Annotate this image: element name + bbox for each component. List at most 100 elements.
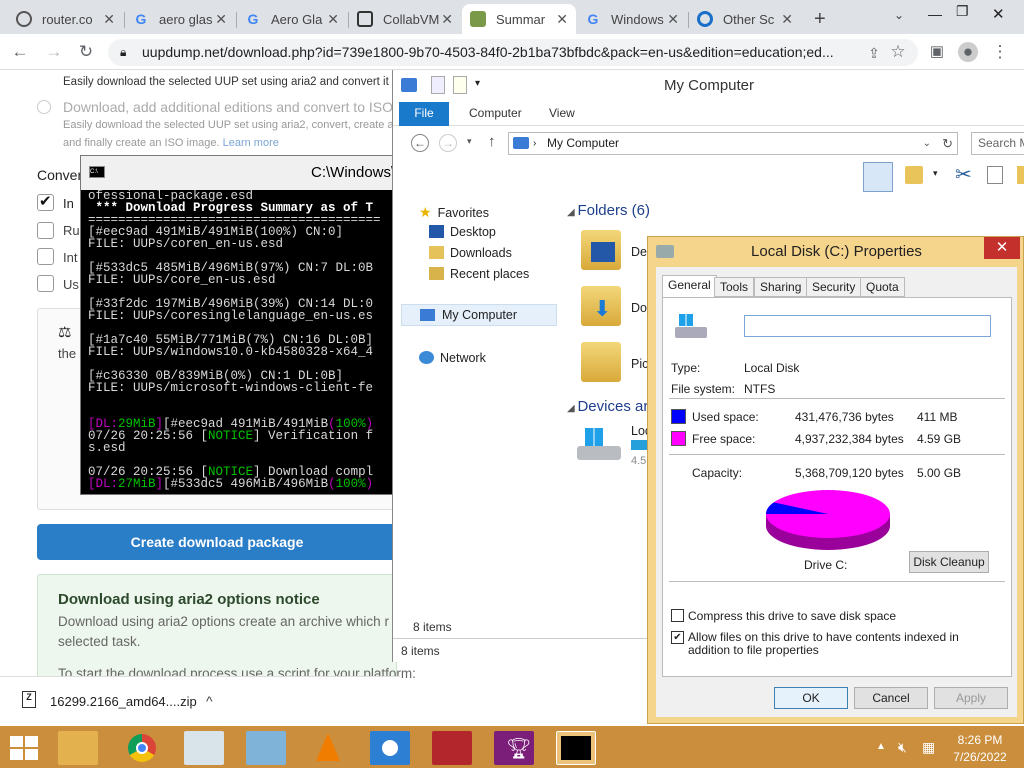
- paste-icon[interactable]: [1017, 166, 1024, 184]
- tab-collabvm[interactable]: CollabVM ✕: [349, 4, 461, 34]
- apply-button[interactable]: Apply: [934, 687, 1008, 709]
- properties-icon[interactable]: [905, 166, 923, 184]
- learn-more-link[interactable]: Learn more: [223, 137, 279, 149]
- disk-cleanup-button[interactable]: Disk Cleanup: [909, 551, 989, 573]
- recent-dropdown-icon[interactable]: ▾: [467, 136, 472, 147]
- address-bar[interactable]: 🔒︎ uupdump.net/download.php?id=739e1800-9…: [108, 39, 918, 66]
- tab-aero-glass[interactable]: Gaero glas ✕: [125, 4, 235, 34]
- copy-icon[interactable]: [987, 166, 1003, 184]
- share-icon[interactable]: ⇪: [864, 43, 884, 63]
- back-nav-icon[interactable]: ←: [411, 134, 429, 152]
- tab-router[interactable]: router.co ✕: [8, 4, 123, 34]
- checkbox-include[interactable]: ✔: [37, 193, 54, 211]
- forward-icon[interactable]: →: [44, 42, 64, 62]
- nav-network[interactable]: Network: [419, 351, 486, 365]
- checkbox-integrate[interactable]: [37, 248, 54, 265]
- create-download-package-button[interactable]: Create download package: [37, 524, 397, 560]
- close-tab-icon[interactable]: ✕: [556, 11, 568, 28]
- bookmark-star-icon[interactable]: ☆: [888, 42, 908, 62]
- minimize-icon[interactable]: —: [928, 6, 942, 22]
- explorer-search-input[interactable]: Search M: [971, 132, 1024, 155]
- close-window-icon[interactable]: ✕: [992, 5, 1005, 23]
- nav-my-computer[interactable]: My Computer: [401, 304, 557, 326]
- checkbox-use[interactable]: [37, 275, 54, 292]
- download-item[interactable]: 16299.2166_amd64....zip: [50, 694, 197, 709]
- tab-aero-glass-2[interactable]: G Aero Gla ✕: [237, 4, 347, 34]
- profile-avatar-icon[interactable]: ●: [958, 42, 978, 62]
- refresh-icon[interactable]: ↻: [942, 133, 953, 154]
- pictures-folder-icon[interactable]: [581, 342, 621, 382]
- drive-name-input[interactable]: [744, 315, 991, 337]
- tab-quota[interactable]: Quota: [860, 277, 905, 297]
- folders-group-header[interactable]: ◢ Folders (6): [567, 202, 650, 219]
- close-tab-icon[interactable]: ✕: [441, 11, 453, 28]
- settings-icon[interactable]: [370, 731, 410, 765]
- cut-icon[interactable]: ✂: [955, 162, 972, 187]
- vlc-icon[interactable]: [308, 731, 348, 765]
- tab-sharing[interactable]: Sharing: [754, 277, 808, 297]
- close-tab-icon[interactable]: ✕: [103, 11, 115, 28]
- network-tray-icon[interactable]: ▦: [922, 739, 935, 756]
- forward-nav-icon[interactable]: →: [439, 134, 457, 152]
- chevron-up-icon[interactable]: ^: [206, 693, 213, 709]
- nav-downloads[interactable]: Downloads: [429, 246, 512, 260]
- show-hidden-icons-icon[interactable]: ▲: [876, 741, 886, 752]
- sidepanel-icon[interactable]: ▣: [927, 42, 947, 62]
- properties-quick-icon[interactable]: [431, 76, 445, 94]
- task-manager-icon[interactable]: [184, 731, 224, 765]
- restore-icon[interactable]: ❐: [956, 3, 969, 20]
- console-taskbar-icon[interactable]: [556, 731, 596, 765]
- tab-file[interactable]: File: [399, 102, 449, 126]
- tab-other[interactable]: Other Sc ✕: [689, 4, 801, 34]
- back-icon[interactable]: ←: [10, 42, 30, 62]
- nav-favorites[interactable]: ★ Favorites: [419, 204, 489, 221]
- tab-summary[interactable]: Summar ✕: [462, 4, 576, 34]
- devices-group-header[interactable]: ◢ Devices ar: [567, 398, 648, 415]
- address-dropdown-icon[interactable]: ⌄: [923, 133, 931, 154]
- tab-search-icon[interactable]: ⌄: [894, 8, 904, 22]
- file-explorer-icon[interactable]: [58, 731, 98, 765]
- index-checkbox[interactable]: ✔: [671, 631, 684, 644]
- tab-general[interactable]: General: [662, 275, 717, 297]
- start-button[interactable]: [10, 736, 38, 760]
- close-tab-icon[interactable]: ✕: [327, 11, 339, 28]
- checkbox-run[interactable]: [37, 222, 54, 239]
- close-dialog-button[interactable]: ✕: [984, 237, 1020, 259]
- trophy-icon[interactable]: 🏆︎: [494, 731, 534, 765]
- compress-checkbox[interactable]: [671, 609, 684, 622]
- explorer-address-bar[interactable]: › My Computer ⌄ ↻: [508, 132, 958, 155]
- desktop-folder-icon[interactable]: [581, 230, 621, 270]
- volume-muted-icon[interactable]: 🔇︎: [898, 739, 907, 756]
- clock-time[interactable]: 8:26 PM: [950, 733, 1010, 747]
- new-tab-button[interactable]: +: [806, 4, 836, 34]
- quick-access-dropdown-icon[interactable]: ▾: [475, 78, 480, 89]
- tab-computer[interactable]: Computer: [469, 106, 522, 120]
- nav-desktop[interactable]: Desktop: [429, 225, 496, 239]
- tab-view[interactable]: View: [549, 106, 575, 120]
- close-tab-icon[interactable]: ✕: [667, 11, 679, 28]
- new-folder-quick-icon[interactable]: [453, 76, 467, 94]
- chrome-icon[interactable]: [122, 731, 162, 765]
- close-tab-icon[interactable]: ✕: [215, 11, 227, 28]
- tab-windows[interactable]: G Windows ✕: [577, 4, 687, 34]
- tab-tools[interactable]: Tools: [714, 277, 755, 297]
- organize-dropdown-icon[interactable]: ▾: [933, 168, 938, 179]
- reload-icon[interactable]: ↻: [76, 42, 96, 62]
- up-arrow-icon[interactable]: ↑: [488, 133, 496, 150]
- clock-date[interactable]: 7/26/2022: [950, 750, 1010, 764]
- control-panel-icon[interactable]: [246, 731, 286, 765]
- console-window[interactable]: C:\ C:\Windows\ ofessional-package.esd *…: [80, 155, 396, 495]
- console-titlebar[interactable]: C:\ C:\Windows\: [81, 156, 395, 190]
- tab-security[interactable]: Security: [806, 277, 862, 297]
- news-icon[interactable]: [432, 731, 472, 765]
- local-disk-icon[interactable]: [577, 428, 621, 464]
- downloads-big-folder-icon[interactable]: ⬇: [581, 286, 621, 326]
- cancel-button[interactable]: Cancel: [854, 687, 928, 709]
- nav-recent-places[interactable]: Recent places: [429, 267, 529, 281]
- close-tab-icon[interactable]: ✕: [781, 11, 793, 28]
- menu-kebab-icon[interactable]: ⋮: [990, 42, 1010, 62]
- ok-button[interactable]: OK: [774, 687, 848, 709]
- download-shelf: Z 16299.2166_amd64....zip ^: [0, 676, 400, 726]
- radio-option2[interactable]: [37, 100, 51, 114]
- preview-pane-icon[interactable]: [863, 162, 893, 192]
